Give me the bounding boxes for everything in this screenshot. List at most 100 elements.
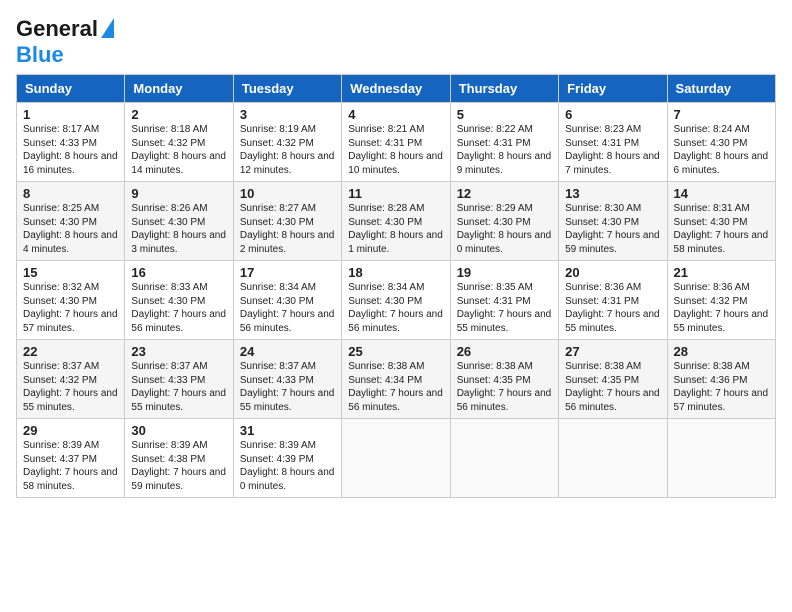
calendar-cell: 29 Sunrise: 8:39 AMSunset: 4:37 PMDayligh… [17,419,125,498]
cell-info: Sunrise: 8:39 AMSunset: 4:39 PMDaylight:… [240,440,335,492]
calendar-cell: 26 Sunrise: 8:38 AMSunset: 4:35 PMDayligh… [450,340,558,419]
weekday-header-monday: Monday [125,75,233,103]
calendar-cell: 3 Sunrise: 8:19 AMSunset: 4:32 PMDaylight… [233,103,341,182]
day-number: 30 [131,423,226,438]
day-number: 16 [131,265,226,280]
day-number: 25 [348,344,443,359]
calendar-cell: 31 Sunrise: 8:39 AMSunset: 4:39 PMDayligh… [233,419,341,498]
calendar-cell: 30 Sunrise: 8:39 AMSunset: 4:38 PMDayligh… [125,419,233,498]
weekday-header-saturday: Saturday [667,75,775,103]
day-number: 18 [348,265,443,280]
calendar-cell: 8 Sunrise: 8:25 AMSunset: 4:30 PMDaylight… [17,182,125,261]
calendar-cell: 19 Sunrise: 8:35 AMSunset: 4:31 PMDayligh… [450,261,558,340]
day-number: 3 [240,107,335,122]
cell-info: Sunrise: 8:32 AMSunset: 4:30 PMDaylight:… [23,282,118,334]
cell-info: Sunrise: 8:34 AMSunset: 4:30 PMDaylight:… [348,282,443,334]
cell-info: Sunrise: 8:38 AMSunset: 4:35 PMDaylight:… [565,361,660,413]
day-number: 22 [23,344,118,359]
cell-info: Sunrise: 8:19 AMSunset: 4:32 PMDaylight:… [240,124,335,176]
calendar-cell: 16 Sunrise: 8:33 AMSunset: 4:30 PMDayligh… [125,261,233,340]
cell-info: Sunrise: 8:39 AMSunset: 4:37 PMDaylight:… [23,440,118,492]
calendar-cell: 20 Sunrise: 8:36 AMSunset: 4:31 PMDayligh… [559,261,667,340]
day-number: 24 [240,344,335,359]
cell-info: Sunrise: 8:27 AMSunset: 4:30 PMDaylight:… [240,203,335,255]
calendar-cell: 24 Sunrise: 8:37 AMSunset: 4:33 PMDayligh… [233,340,341,419]
day-number: 9 [131,186,226,201]
day-number: 4 [348,107,443,122]
day-number: 10 [240,186,335,201]
calendar-cell: 28 Sunrise: 8:38 AMSunset: 4:36 PMDayligh… [667,340,775,419]
weekday-header-friday: Friday [559,75,667,103]
calendar-cell: 4Sunrise: 8:21 AMSunset: 4:31 PMDaylight… [342,103,450,182]
day-number: 19 [457,265,552,280]
day-number: 7 [674,107,769,122]
calendar-cell: 12 Sunrise: 8:29 AMSunset: 4:30 PMDayligh… [450,182,558,261]
calendar-cell: 23 Sunrise: 8:37 AMSunset: 4:33 PMDayligh… [125,340,233,419]
day-number: 21 [674,265,769,280]
cell-info: Sunrise: 8:30 AMSunset: 4:30 PMDaylight:… [565,203,660,255]
cell-info: Sunrise: 8:22 AMSunset: 4:31 PMDaylight:… [457,124,552,176]
day-number: 8 [23,186,118,201]
calendar-cell: 21 Sunrise: 8:36 AMSunset: 4:32 PMDayligh… [667,261,775,340]
cell-info: Sunrise: 8:28 AMSunset: 4:30 PMDaylight:… [348,203,443,255]
day-number: 27 [565,344,660,359]
cell-info: Sunrise: 8:36 AMSunset: 4:32 PMDaylight:… [674,282,769,334]
cell-info: Sunrise: 8:38 AMSunset: 4:34 PMDaylight:… [348,361,443,413]
weekday-header-wednesday: Wednesday [342,75,450,103]
day-number: 23 [131,344,226,359]
calendar-cell [667,419,775,498]
cell-info: Sunrise: 8:37 AMSunset: 4:32 PMDaylight:… [23,361,118,413]
day-number: 1 [23,107,118,122]
day-number: 6 [565,107,660,122]
logo-general-text: General [16,16,98,42]
day-number: 11 [348,186,443,201]
cell-info: Sunrise: 8:38 AMSunset: 4:35 PMDaylight:… [457,361,552,413]
cell-info: Sunrise: 8:36 AMSunset: 4:31 PMDaylight:… [565,282,660,334]
calendar-cell: 1 Sunrise: 8:17 AMSunset: 4:33 PMDaylight… [17,103,125,182]
cell-info: Sunrise: 8:24 AMSunset: 4:30 PMDaylight:… [674,124,769,176]
calendar-cell [559,419,667,498]
day-number: 15 [23,265,118,280]
day-number: 20 [565,265,660,280]
cell-info: Sunrise: 8:25 AMSunset: 4:30 PMDaylight:… [23,203,118,255]
cell-info: Sunrise: 8:23 AMSunset: 4:31 PMDaylight:… [565,124,660,176]
day-number: 13 [565,186,660,201]
calendar-cell: 14 Sunrise: 8:31 AMSunset: 4:30 PMDayligh… [667,182,775,261]
calendar-cell: 2 Sunrise: 8:18 AMSunset: 4:32 PMDaylight… [125,103,233,182]
cell-info: Sunrise: 8:35 AMSunset: 4:31 PMDaylight:… [457,282,552,334]
logo-blue-text: Blue [16,42,64,67]
day-number: 12 [457,186,552,201]
cell-info: Sunrise: 8:38 AMSunset: 4:36 PMDaylight:… [674,361,769,413]
calendar-cell: 18 Sunrise: 8:34 AMSunset: 4:30 PMDayligh… [342,261,450,340]
cell-info: Sunrise: 8:31 AMSunset: 4:30 PMDaylight:… [674,203,769,255]
calendar-cell: 25 Sunrise: 8:38 AMSunset: 4:34 PMDayligh… [342,340,450,419]
day-number: 14 [674,186,769,201]
cell-info: Sunrise: 8:29 AMSunset: 4:30 PMDaylight:… [457,203,552,255]
calendar-cell: 7 Sunrise: 8:24 AMSunset: 4:30 PMDaylight… [667,103,775,182]
calendar-cell: 6 Sunrise: 8:23 AMSunset: 4:31 PMDaylight… [559,103,667,182]
cell-info: Sunrise: 8:18 AMSunset: 4:32 PMDaylight:… [131,124,226,176]
cell-info: Sunrise: 8:37 AMSunset: 4:33 PMDaylight:… [131,361,226,413]
day-number: 28 [674,344,769,359]
day-number: 29 [23,423,118,438]
cell-info: Sunrise: 8:33 AMSunset: 4:30 PMDaylight:… [131,282,226,334]
cell-info: Sunrise: 8:37 AMSunset: 4:33 PMDaylight:… [240,361,335,413]
page-header: General Blue [16,16,776,68]
calendar-cell: 13 Sunrise: 8:30 AMSunset: 4:30 PMDayligh… [559,182,667,261]
calendar-cell: 15 Sunrise: 8:32 AMSunset: 4:30 PMDayligh… [17,261,125,340]
logo-triangle-icon [101,18,114,38]
calendar-cell: 22 Sunrise: 8:37 AMSunset: 4:32 PMDayligh… [17,340,125,419]
day-number: 17 [240,265,335,280]
cell-info: Sunrise: 8:39 AMSunset: 4:38 PMDaylight:… [131,440,226,492]
calendar-cell [450,419,558,498]
cell-info: Sunrise: 8:26 AMSunset: 4:30 PMDaylight:… [131,203,226,255]
day-number: 31 [240,423,335,438]
cell-info: Sunrise: 8:17 AMSunset: 4:33 PMDaylight:… [23,124,118,176]
calendar-cell: 11 Sunrise: 8:28 AMSunset: 4:30 PMDayligh… [342,182,450,261]
weekday-header-sunday: Sunday [17,75,125,103]
day-number: 2 [131,107,226,122]
calendar-cell: 9 Sunrise: 8:26 AMSunset: 4:30 PMDaylight… [125,182,233,261]
day-number: 26 [457,344,552,359]
calendar-cell: 17Sunrise: 8:34 AMSunset: 4:30 PMDayligh… [233,261,341,340]
calendar-cell: 10 Sunrise: 8:27 AMSunset: 4:30 PMDayligh… [233,182,341,261]
